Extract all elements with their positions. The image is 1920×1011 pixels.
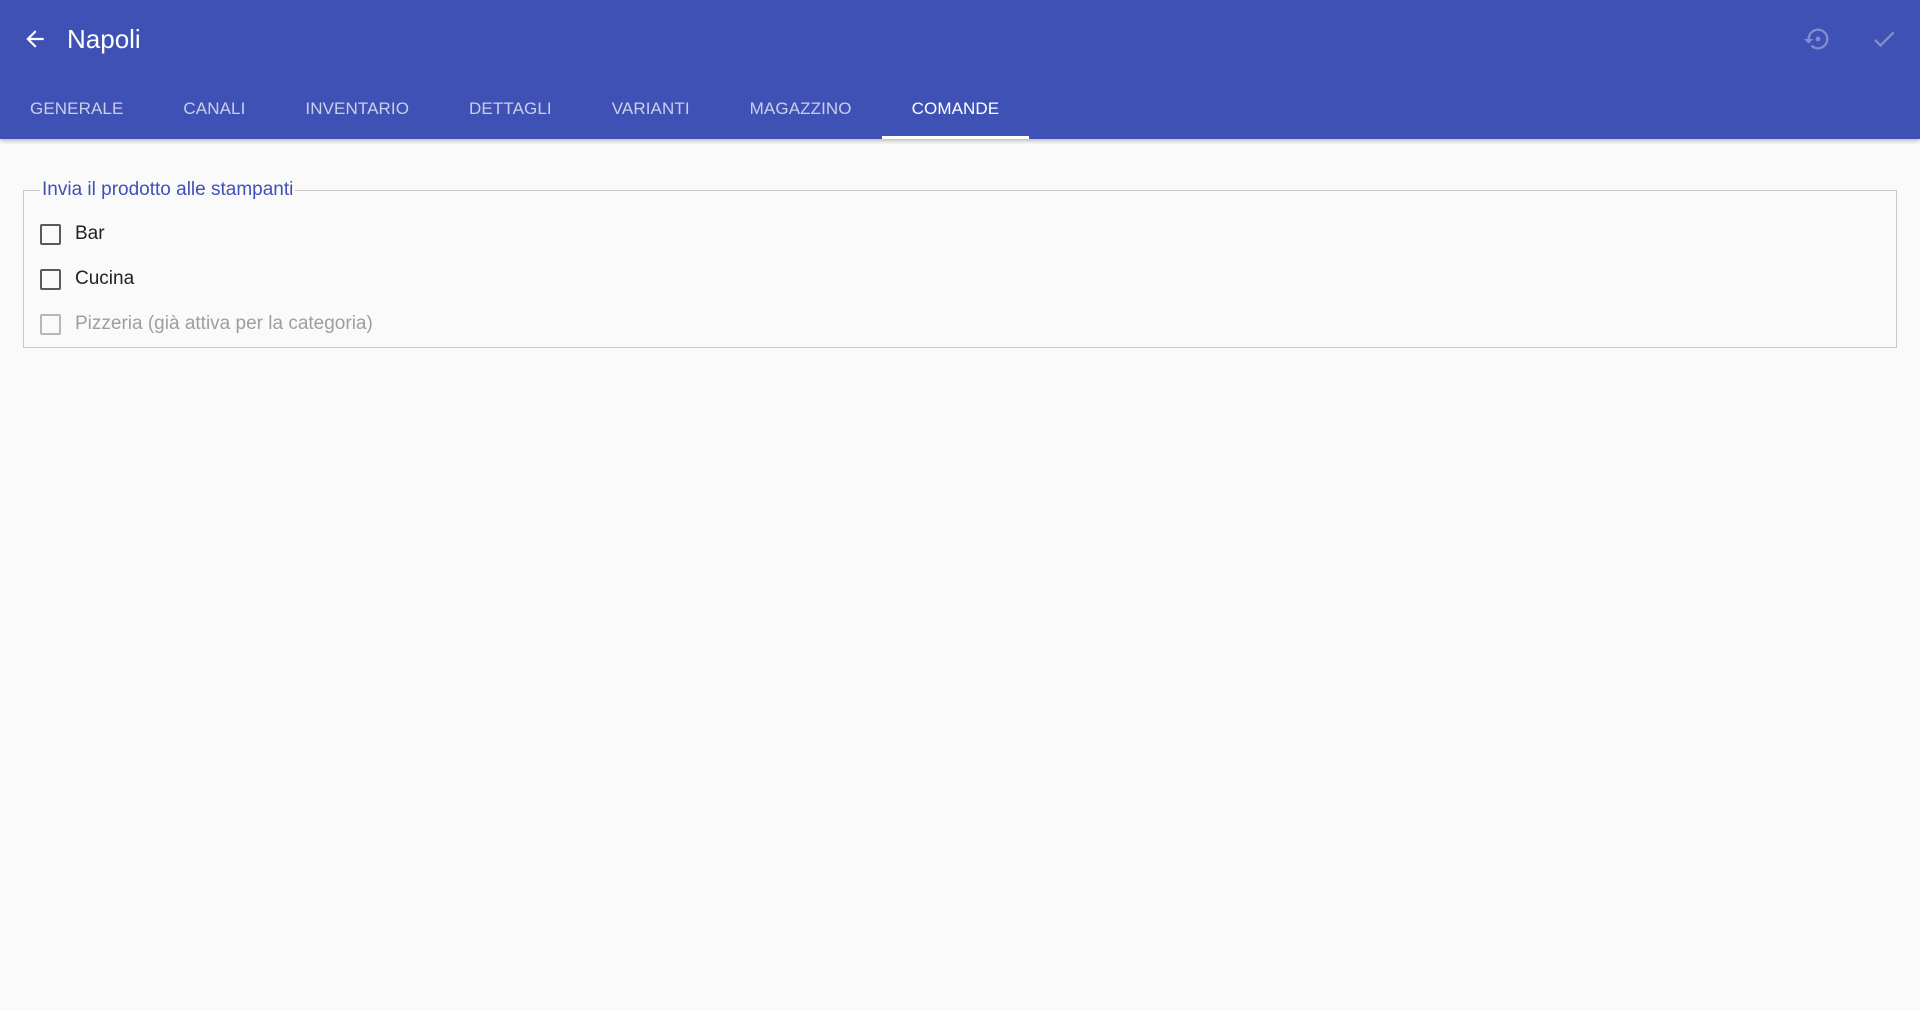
main-content: Invia il prodotto alle stampanti Bar Cuc… bbox=[0, 139, 1920, 1011]
tab-generale[interactable]: GENERALE bbox=[0, 78, 153, 139]
tab-dettagli[interactable]: DETTAGLI bbox=[439, 78, 582, 139]
checkbox-label: Pizzeria (già attiva per la categoria) bbox=[75, 313, 373, 334]
tab-bar: GENERALE CANALI INVENTARIO DETTAGLI VARI… bbox=[0, 78, 1029, 139]
checkbox-pizzeria bbox=[40, 313, 61, 335]
confirm-button[interactable] bbox=[1865, 20, 1903, 58]
reset-button[interactable] bbox=[1799, 20, 1837, 58]
toolbar: Napoli bbox=[0, 0, 1920, 78]
tab-inventario[interactable]: INVENTARIO bbox=[275, 78, 439, 139]
tab-canali[interactable]: CANALI bbox=[153, 78, 275, 139]
checkbox-label: Bar bbox=[75, 223, 105, 244]
printer-option-bar[interactable]: Bar bbox=[40, 219, 105, 249]
checkbox-bar[interactable] bbox=[40, 223, 61, 245]
printers-fieldset: Invia il prodotto alle stampanti Bar Cuc… bbox=[23, 179, 1897, 348]
app-bar: Napoli GENERALE CANALI INVENTARIO DETTAG… bbox=[0, 0, 1920, 139]
tab-varianti[interactable]: VARIANTI bbox=[582, 78, 720, 139]
printers-legend: Invia il prodotto alle stampanti bbox=[42, 179, 294, 200]
printer-option-cucina[interactable]: Cucina bbox=[40, 264, 134, 294]
printer-option-pizzeria: Pizzeria (già attiva per la categoria) bbox=[40, 309, 373, 339]
page-title: Napoli bbox=[67, 24, 141, 54]
restore-icon bbox=[1804, 28, 1829, 50]
check-icon bbox=[1873, 31, 1895, 48]
arrow-back-icon bbox=[26, 30, 44, 48]
tab-comande[interactable]: COMANDE bbox=[881, 78, 1030, 139]
tab-magazzino[interactable]: MAGAZZINO bbox=[720, 78, 882, 139]
checkbox-label: Cucina bbox=[75, 268, 135, 289]
back-button[interactable] bbox=[16, 20, 54, 58]
checkbox-cucina[interactable] bbox=[40, 268, 61, 290]
